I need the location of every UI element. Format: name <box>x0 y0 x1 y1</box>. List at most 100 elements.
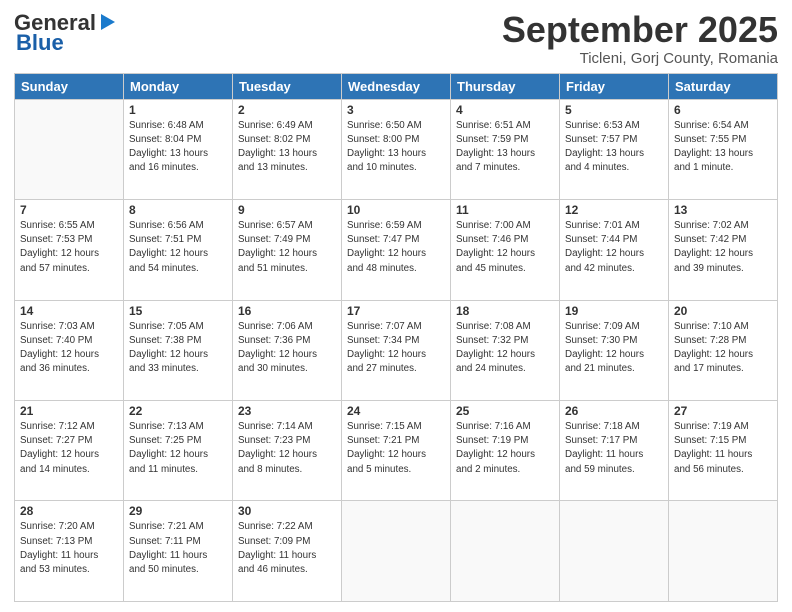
day-number: 18 <box>456 304 554 318</box>
table-row: 4 Sunrise: 6:51 AM Sunset: 7:59 PM Daylig… <box>451 99 560 199</box>
day-info: Sunrise: 7:02 AM Sunset: 7:42 PM Dayligh… <box>674 219 772 276</box>
table-row <box>342 501 451 602</box>
day-number: 11 <box>456 203 554 217</box>
day-info: Sunrise: 7:15 AM Sunset: 7:21 PM Dayligh… <box>347 420 445 477</box>
day-info: Sunrise: 7:07 AM Sunset: 7:34 PM Dayligh… <box>347 320 445 377</box>
day-number: 26 <box>565 404 663 418</box>
day-info: Sunrise: 7:09 AM Sunset: 7:30 PM Dayligh… <box>565 320 663 377</box>
day-number: 20 <box>674 304 772 318</box>
table-row: 26Sunrise: 7:18 AM Sunset: 7:17 PM Dayli… <box>560 401 669 501</box>
table-row: 12 Sunrise: 7:01 AM Sunset: 7:44 PM Dayli… <box>560 200 669 300</box>
day-info: Sunrise: 6:59 AM Sunset: 7:47 PM Dayligh… <box>347 219 445 276</box>
day-number: 25 <box>456 404 554 418</box>
day-number: 19 <box>565 304 663 318</box>
day-number: 1 <box>129 103 227 117</box>
logo-blue: Blue <box>16 30 64 56</box>
header-saturday: Saturday <box>669 73 778 99</box>
day-info: Sunrise: 6:55 AM Sunset: 7:53 PM Dayligh… <box>20 219 118 276</box>
day-info: Sunrise: 6:49 AM Sunset: 8:02 PM Dayligh… <box>238 119 336 176</box>
day-number: 5 <box>565 103 663 117</box>
table-row: 29Sunrise: 7:21 AM Sunset: 7:11 PM Dayli… <box>124 501 233 602</box>
day-number: 4 <box>456 103 554 117</box>
header-wednesday: Wednesday <box>342 73 451 99</box>
calendar-header-row: Sunday Monday Tuesday Wednesday Thursday… <box>15 73 778 99</box>
month-title: September 2025 <box>502 10 778 50</box>
header-monday: Monday <box>124 73 233 99</box>
table-row: 15 Sunrise: 7:05 AM Sunset: 7:38 PM Dayli… <box>124 300 233 400</box>
day-info: Sunrise: 7:16 AM Sunset: 7:19 PM Dayligh… <box>456 420 554 477</box>
location: Ticleni, Gorj County, Romania <box>502 50 778 67</box>
day-info: Sunrise: 6:51 AM Sunset: 7:59 PM Dayligh… <box>456 119 554 176</box>
day-number: 14 <box>20 304 118 318</box>
day-info: Sunrise: 7:20 AM Sunset: 7:13 PM Dayligh… <box>20 520 118 577</box>
day-number: 24 <box>347 404 445 418</box>
day-number: 17 <box>347 304 445 318</box>
table-row: 21Sunrise: 7:12 AM Sunset: 7:27 PM Dayli… <box>15 401 124 501</box>
day-info: Sunrise: 7:13 AM Sunset: 7:25 PM Dayligh… <box>129 420 227 477</box>
table-row: 2 Sunrise: 6:49 AM Sunset: 8:02 PM Daylig… <box>233 99 342 199</box>
header-friday: Friday <box>560 73 669 99</box>
day-info: Sunrise: 7:22 AM Sunset: 7:09 PM Dayligh… <box>238 520 336 577</box>
day-info: Sunrise: 7:19 AM Sunset: 7:15 PM Dayligh… <box>674 420 772 477</box>
day-number: 22 <box>129 404 227 418</box>
table-row: 19 Sunrise: 7:09 AM Sunset: 7:30 PM Dayli… <box>560 300 669 400</box>
table-row: 6Sunrise: 6:54 AM Sunset: 7:55 PM Daylig… <box>669 99 778 199</box>
table-row: 17 Sunrise: 7:07 AM Sunset: 7:34 PM Dayli… <box>342 300 451 400</box>
calendar-week-row: 1 Sunrise: 6:48 AM Sunset: 8:04 PM Daylig… <box>15 99 778 199</box>
table-row: 22 Sunrise: 7:13 AM Sunset: 7:25 PM Dayli… <box>124 401 233 501</box>
table-row: 23 Sunrise: 7:14 AM Sunset: 7:23 PM Dayli… <box>233 401 342 501</box>
table-row: 10 Sunrise: 6:59 AM Sunset: 7:47 PM Dayli… <box>342 200 451 300</box>
day-info: Sunrise: 7:08 AM Sunset: 7:32 PM Dayligh… <box>456 320 554 377</box>
day-number: 3 <box>347 103 445 117</box>
day-info: Sunrise: 7:14 AM Sunset: 7:23 PM Dayligh… <box>238 420 336 477</box>
logo: General Blue <box>14 10 119 56</box>
day-number: 2 <box>238 103 336 117</box>
day-info: Sunrise: 7:00 AM Sunset: 7:46 PM Dayligh… <box>456 219 554 276</box>
header-thursday: Thursday <box>451 73 560 99</box>
title-block: September 2025 Ticleni, Gorj County, Rom… <box>502 10 778 67</box>
day-number: 23 <box>238 404 336 418</box>
day-info: Sunrise: 7:01 AM Sunset: 7:44 PM Dayligh… <box>565 219 663 276</box>
calendar-week-row: 21Sunrise: 7:12 AM Sunset: 7:27 PM Dayli… <box>15 401 778 501</box>
table-row: 27 Sunrise: 7:19 AM Sunset: 7:15 PM Dayli… <box>669 401 778 501</box>
header-sunday: Sunday <box>15 73 124 99</box>
table-row <box>560 501 669 602</box>
day-info: Sunrise: 7:21 AM Sunset: 7:11 PM Dayligh… <box>129 520 227 577</box>
table-row: 16Sunrise: 7:06 AM Sunset: 7:36 PM Dayli… <box>233 300 342 400</box>
day-info: Sunrise: 7:03 AM Sunset: 7:40 PM Dayligh… <box>20 320 118 377</box>
day-number: 12 <box>565 203 663 217</box>
calendar-week-row: 14 Sunrise: 7:03 AM Sunset: 7:40 PM Dayli… <box>15 300 778 400</box>
table-row: 11 Sunrise: 7:00 AM Sunset: 7:46 PM Dayli… <box>451 200 560 300</box>
table-row: 1 Sunrise: 6:48 AM Sunset: 8:04 PM Daylig… <box>124 99 233 199</box>
table-row: 24 Sunrise: 7:15 AM Sunset: 7:21 PM Dayli… <box>342 401 451 501</box>
day-number: 30 <box>238 504 336 518</box>
calendar-week-row: 28Sunrise: 7:20 AM Sunset: 7:13 PM Dayli… <box>15 501 778 602</box>
table-row: 9Sunrise: 6:57 AM Sunset: 7:49 PM Daylig… <box>233 200 342 300</box>
day-info: Sunrise: 6:56 AM Sunset: 7:51 PM Dayligh… <box>129 219 227 276</box>
day-number: 15 <box>129 304 227 318</box>
table-row: 13 Sunrise: 7:02 AM Sunset: 7:42 PM Dayli… <box>669 200 778 300</box>
table-row: 5Sunrise: 6:53 AM Sunset: 7:57 PM Daylig… <box>560 99 669 199</box>
calendar-table: Sunday Monday Tuesday Wednesday Thursday… <box>14 73 778 602</box>
header-tuesday: Tuesday <box>233 73 342 99</box>
table-row: 25 Sunrise: 7:16 AM Sunset: 7:19 PM Dayli… <box>451 401 560 501</box>
day-number: 27 <box>674 404 772 418</box>
table-row <box>451 501 560 602</box>
table-row <box>15 99 124 199</box>
table-row <box>669 501 778 602</box>
day-info: Sunrise: 6:50 AM Sunset: 8:00 PM Dayligh… <box>347 119 445 176</box>
day-info: Sunrise: 7:10 AM Sunset: 7:28 PM Dayligh… <box>674 320 772 377</box>
day-info: Sunrise: 7:05 AM Sunset: 7:38 PM Dayligh… <box>129 320 227 377</box>
day-number: 13 <box>674 203 772 217</box>
calendar-week-row: 7Sunrise: 6:55 AM Sunset: 7:53 PM Daylig… <box>15 200 778 300</box>
day-info: Sunrise: 6:48 AM Sunset: 8:04 PM Dayligh… <box>129 119 227 176</box>
day-number: 16 <box>238 304 336 318</box>
table-row: 7Sunrise: 6:55 AM Sunset: 7:53 PM Daylig… <box>15 200 124 300</box>
table-row: 30 Sunrise: 7:22 AM Sunset: 7:09 PM Dayli… <box>233 501 342 602</box>
table-row: 3 Sunrise: 6:50 AM Sunset: 8:00 PM Daylig… <box>342 99 451 199</box>
day-number: 10 <box>347 203 445 217</box>
table-row: 8Sunrise: 6:56 AM Sunset: 7:51 PM Daylig… <box>124 200 233 300</box>
table-row: 20 Sunrise: 7:10 AM Sunset: 7:28 PM Dayli… <box>669 300 778 400</box>
table-row: 14 Sunrise: 7:03 AM Sunset: 7:40 PM Dayli… <box>15 300 124 400</box>
day-number: 21 <box>20 404 118 418</box>
